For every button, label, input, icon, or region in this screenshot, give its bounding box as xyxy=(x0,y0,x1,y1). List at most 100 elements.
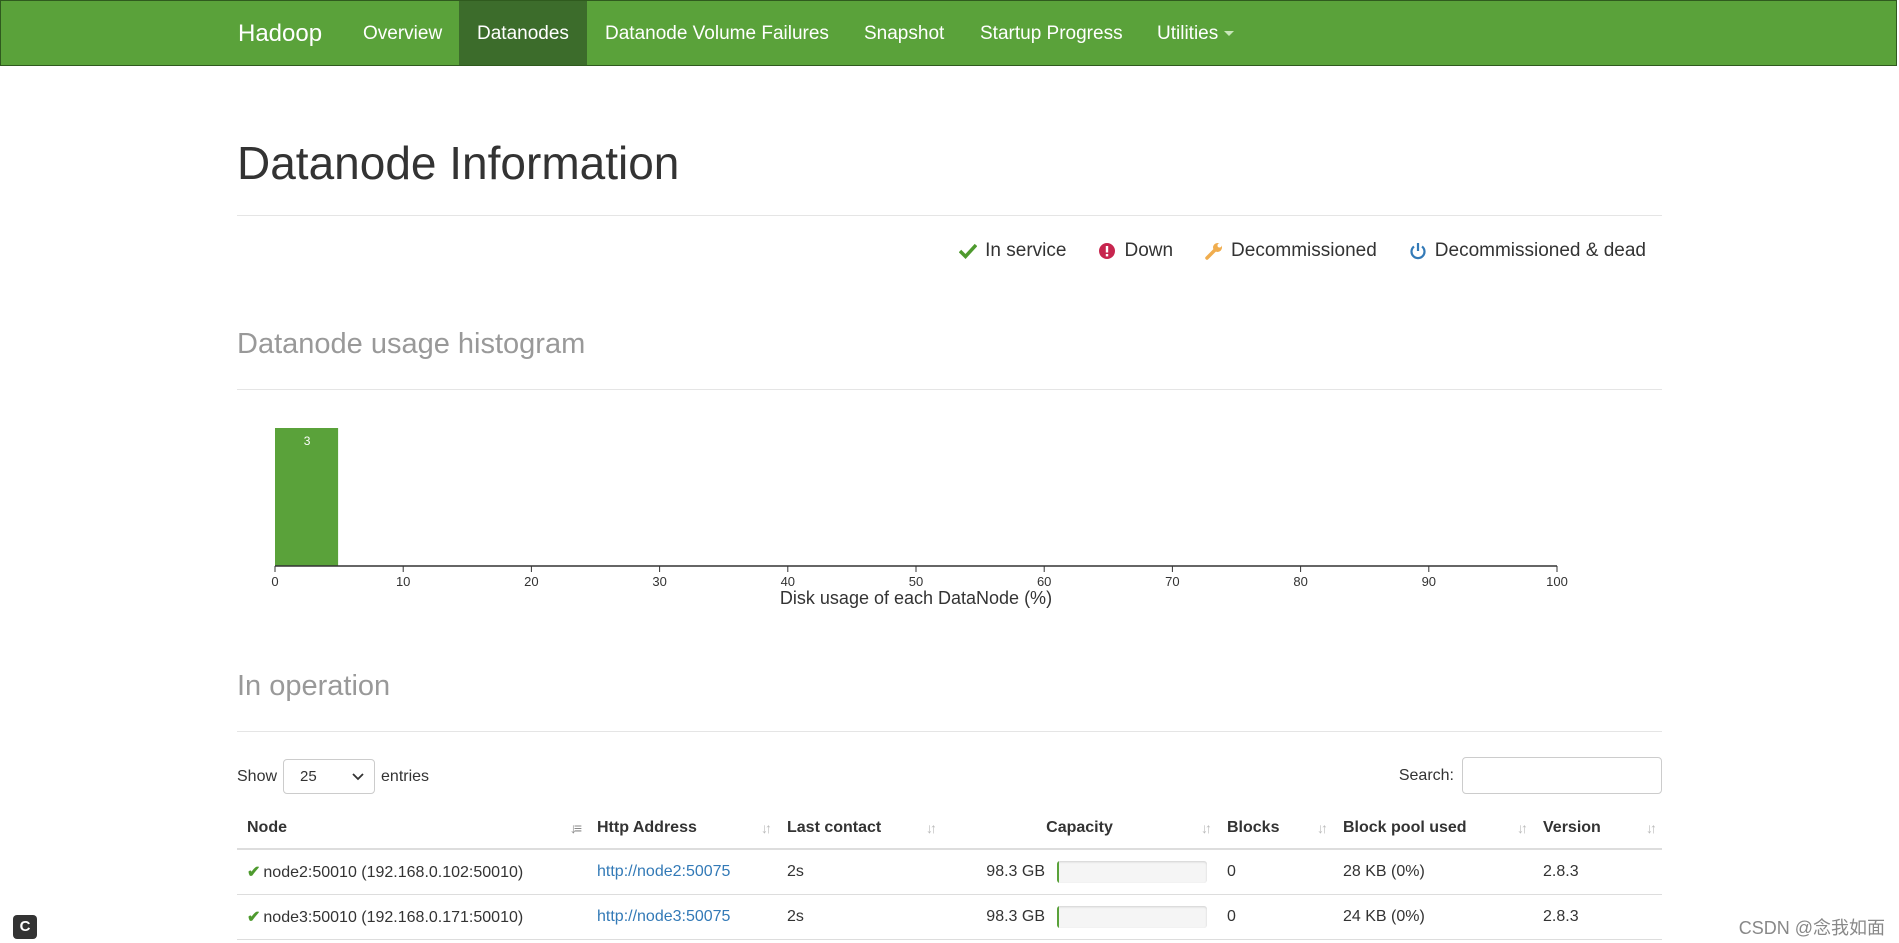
page-title: Datanode Information xyxy=(237,137,680,189)
search-label: Search: xyxy=(1398,766,1454,784)
column-label: Block pool used xyxy=(1343,819,1467,836)
check-icon xyxy=(959,243,978,259)
column-header-version[interactable]: Version ↓↑ xyxy=(1533,808,1662,850)
x-tick-label: 0 xyxy=(271,574,278,589)
divider xyxy=(237,215,1662,216)
sort-icon: ↓↑ xyxy=(1317,820,1328,836)
nav-utilities[interactable]: Utilities xyxy=(1139,1,1249,65)
check-icon: ✔ xyxy=(247,909,261,926)
http-address-link[interactable]: http://node3:50075 xyxy=(597,908,730,925)
capacity-value: 98.3 GB xyxy=(986,863,1045,880)
table-row: ✔ node3:50010 (192.168.0.171:50010) http:… xyxy=(237,894,1662,940)
capacity-progress-fill xyxy=(1057,861,1059,883)
http-cell: http://node3:50075 xyxy=(587,894,777,940)
x-tick-label: 40 xyxy=(781,574,795,589)
legend-label: Decommissioned & dead xyxy=(1434,240,1646,261)
divider xyxy=(237,731,1662,732)
x-tick-label: 90 xyxy=(1422,574,1436,589)
legend-in-service: In service xyxy=(959,240,1066,262)
corner-badge: C xyxy=(13,915,37,939)
nav-datanodes[interactable]: Datanodes xyxy=(459,1,587,65)
column-label: Http Address xyxy=(597,819,697,836)
chevron-down-icon xyxy=(352,772,364,780)
wrench-icon xyxy=(1205,243,1223,260)
x-axis-label: Disk usage of each DataNode (%) xyxy=(780,588,1052,608)
capacity-value: 98.3 GB xyxy=(986,908,1045,925)
node-cell: ✔ node2:50010 (192.168.0.102:50010) xyxy=(237,849,587,895)
histogram-bar xyxy=(275,428,339,566)
x-tick-label: 80 xyxy=(1293,574,1307,589)
nav-utilities-label: Utilities xyxy=(1157,23,1219,44)
power-icon xyxy=(1410,243,1426,260)
column-header-last-contact[interactable]: Last contact ↓↑ xyxy=(777,808,942,850)
entries-select[interactable]: 25 xyxy=(283,759,376,794)
column-label: Capacity xyxy=(1046,819,1113,836)
http-address-link[interactable]: http://node2:50075 xyxy=(597,863,730,880)
search-input[interactable] xyxy=(1462,757,1662,794)
x-tick-label: 20 xyxy=(524,574,538,589)
capacity-progress-fill xyxy=(1057,906,1059,928)
divider xyxy=(237,389,1662,390)
sort-desc-icon: ↓≡ xyxy=(569,820,582,836)
block-pool-used: 28 KB (0%) xyxy=(1333,849,1533,895)
show-label: Show xyxy=(237,767,278,785)
sort-icon: ↓↑ xyxy=(761,820,772,836)
version: 2.8.3 xyxy=(1533,894,1662,940)
column-label: Blocks xyxy=(1227,819,1280,836)
x-tick-label: 50 xyxy=(909,574,923,589)
node-cell: ✔ node3:50010 (192.168.0.171:50010) xyxy=(237,894,587,940)
entries-label: entries xyxy=(381,767,430,785)
brand-logo[interactable]: Hadoop xyxy=(238,1,322,67)
x-tick-label: 10 xyxy=(396,574,410,589)
column-header-http-address[interactable]: Http Address ↓↑ xyxy=(587,808,777,850)
x-tick-label: 30 xyxy=(652,574,666,589)
column-label: Version xyxy=(1543,819,1601,836)
usage-histogram: 30 10 20 30 40 50 60 70 80 90 100Disk usage of eac… xyxy=(271,428,1568,608)
column-label: Node xyxy=(247,819,287,836)
column-label: Last contact xyxy=(787,819,882,836)
node-name: node3:50010 (192.168.0.171:50010) xyxy=(263,909,524,926)
watermark: CSDN @念我如面 xyxy=(1738,918,1885,938)
histogram-section-title: Datanode usage histogram xyxy=(237,328,586,360)
blocks: 0 xyxy=(1217,894,1333,940)
legend-decommissioned-dead: Decommissioned & dead xyxy=(1409,240,1646,262)
caret-down-icon xyxy=(1224,31,1235,37)
x-tick-label: 60 xyxy=(1037,574,1051,589)
table-header-row: Node ↓≡ Http Address ↓↑ Last contact ↓↑ Cap… xyxy=(237,808,1662,850)
capacity-cell: 98.3 GB xyxy=(942,894,1217,940)
column-header-block-pool-used[interactable]: Block pool used ↓↑ xyxy=(1333,808,1533,850)
x-tick-label: 70 xyxy=(1165,574,1179,589)
show-entries-control: Show 25 entries xyxy=(237,758,429,795)
nav-snapshot[interactable]: Snapshot xyxy=(846,1,962,65)
sort-icon: ↓↑ xyxy=(1646,820,1657,836)
check-icon: ✔ xyxy=(247,864,261,881)
bar-count-label: 3 xyxy=(304,434,311,448)
nav-startup-progress[interactable]: Startup Progress xyxy=(962,1,1138,65)
blocks: 0 xyxy=(1217,849,1333,895)
column-header-capacity[interactable]: Capacity ↓↑ xyxy=(942,808,1217,850)
datanode-table: Node ↓≡ Http Address ↓↑ Last contact ↓↑ Cap… xyxy=(237,808,1662,940)
search-control: Search: xyxy=(1399,757,1662,794)
capacity-cell: 98.3 GB xyxy=(942,849,1217,895)
column-header-blocks[interactable]: Blocks ↓↑ xyxy=(1217,808,1333,850)
http-cell: http://node2:50075 xyxy=(587,849,777,895)
status-legend: In service Down Decommissioned Decommiss… xyxy=(927,240,1646,262)
node-name: node2:50010 (192.168.0.102:50010) xyxy=(263,864,524,881)
column-header-node[interactable]: Node ↓≡ xyxy=(237,808,587,850)
x-tick-label: 100 xyxy=(1546,574,1568,589)
exclamation-circle-icon xyxy=(1099,243,1116,259)
sort-icon: ↓↑ xyxy=(1517,820,1528,836)
legend-label: Decommissioned xyxy=(1231,240,1377,261)
entries-value: 25 xyxy=(300,768,317,785)
nav-volume-failures[interactable]: Datanode Volume Failures xyxy=(587,1,845,65)
last-contact: 2s xyxy=(777,849,942,895)
last-contact: 2s xyxy=(777,894,942,940)
sort-icon: ↓↑ xyxy=(926,820,937,836)
operation-section-title: In operation xyxy=(237,670,391,702)
block-pool-used: 24 KB (0%) xyxy=(1333,894,1533,940)
sort-icon: ↓↑ xyxy=(1201,820,1212,836)
version: 2.8.3 xyxy=(1533,849,1662,895)
nav-overview[interactable]: Overview xyxy=(345,1,459,65)
top-navbar: Hadoop Overview Datanodes Datanode Volum… xyxy=(0,0,1897,66)
legend-decommissioned: Decommissioned xyxy=(1205,240,1377,262)
